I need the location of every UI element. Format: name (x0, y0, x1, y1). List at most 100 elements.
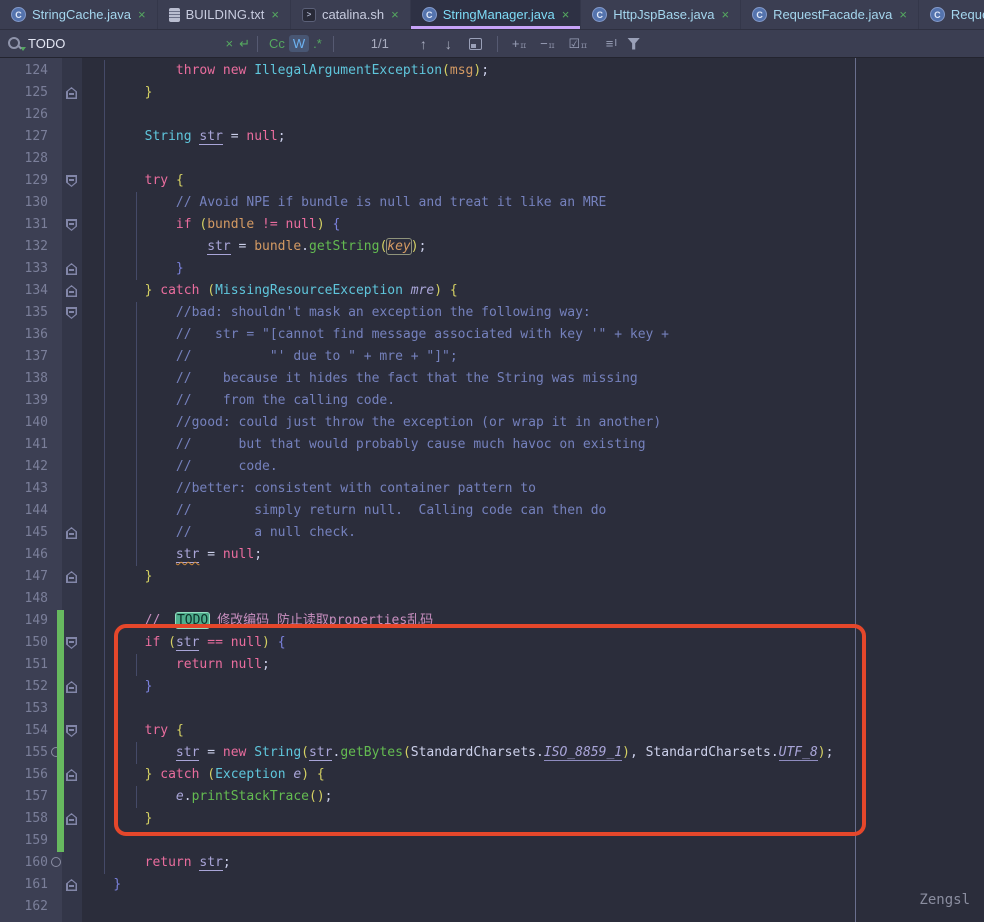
line-number[interactable]: 152 (0, 676, 62, 698)
line-number[interactable]: 156 (0, 764, 62, 786)
code-line[interactable] (82, 830, 984, 852)
code-line[interactable]: str = bundle.getString(key); (82, 236, 984, 258)
line-number[interactable]: 161 (0, 874, 62, 896)
code-line[interactable]: // "' due to " + mre + "]"; (82, 346, 984, 368)
fold-end-icon[interactable] (66, 681, 77, 693)
fold-open-icon[interactable] (66, 725, 77, 737)
line-number[interactable]: 154 (0, 720, 62, 742)
tab-close-icon[interactable]: × (899, 7, 907, 22)
code-line[interactable] (82, 896, 984, 918)
code-line[interactable]: if (bundle != null) { (82, 214, 984, 236)
line-number[interactable]: 150 (0, 632, 62, 654)
clear-search-icon[interactable]: × (226, 36, 234, 51)
code-line[interactable]: //good: could just throw the exception (… (82, 412, 984, 434)
gutter-circle-icon[interactable] (51, 857, 61, 867)
line-number[interactable]: 125 (0, 82, 62, 104)
code-line[interactable]: //better: consistent with container patt… (82, 478, 984, 500)
line-number[interactable]: 135 (0, 302, 62, 324)
fold-end-icon[interactable] (66, 263, 77, 275)
line-number[interactable]: 130 (0, 192, 62, 214)
tab-close-icon[interactable]: × (271, 7, 279, 22)
code-line[interactable]: try { (82, 170, 984, 192)
fold-end-icon[interactable] (66, 527, 77, 539)
code-line[interactable]: e.printStackTrace(); (82, 786, 984, 808)
code-line[interactable]: // code. (82, 456, 984, 478)
line-number[interactable]: 151 (0, 654, 62, 676)
code-line[interactable]: // simply return null. Calling code can … (82, 500, 984, 522)
line-number[interactable]: 128 (0, 148, 62, 170)
line-number[interactable]: 136 (0, 324, 62, 346)
add-occurrence-icon[interactable]: +ɪɪ (512, 36, 526, 51)
select-all-occurrences-icon[interactable]: ☑ɪɪ (568, 36, 586, 52)
code-line[interactable]: } catch (MissingResourceException mre) { (82, 280, 984, 302)
line-number[interactable]: 127 (0, 126, 62, 148)
line-number[interactable]: 158 (0, 808, 62, 830)
code-line[interactable] (82, 698, 984, 720)
filter-search-lines-icon[interactable]: ≡I (606, 36, 617, 51)
remove-occurrence-icon[interactable]: −ɪɪ (540, 36, 554, 51)
tab-BUILDING.txt[interactable]: BUILDING.txt× (158, 0, 291, 29)
tab-catalina.sh[interactable]: >catalina.sh× (291, 0, 411, 29)
line-number[interactable]: 139 (0, 390, 62, 412)
code-line[interactable] (82, 104, 984, 126)
fold-end-icon[interactable] (66, 571, 77, 583)
code-line[interactable]: } (82, 874, 984, 896)
code-line[interactable]: // but that would probably cause much ha… (82, 434, 984, 456)
code-line[interactable]: // TODO 修改编码 防止读取properties乱码 (82, 610, 984, 632)
search-field[interactable]: TODO × ↵ (0, 36, 250, 52)
new-line-icon[interactable]: ↵ (239, 36, 250, 52)
words-button[interactable]: W (289, 35, 309, 52)
code-line[interactable]: } (82, 676, 984, 698)
line-number[interactable]: 129 (0, 170, 62, 192)
vcs-change-bar[interactable] (57, 610, 64, 852)
line-number[interactable]: 140 (0, 412, 62, 434)
previous-occurrence-icon[interactable]: ↑ (420, 36, 427, 52)
fold-open-icon[interactable] (66, 175, 77, 187)
fold-end-icon[interactable] (66, 285, 77, 297)
line-number[interactable]: 133 (0, 258, 62, 280)
line-number[interactable]: 149 (0, 610, 62, 632)
line-number[interactable]: 162 (0, 896, 62, 918)
line-number[interactable]: 143 (0, 478, 62, 500)
line-number[interactable]: 124 (0, 60, 62, 82)
fold-end-icon[interactable] (66, 879, 77, 891)
code-line[interactable]: } (82, 82, 984, 104)
line-number[interactable]: 153 (0, 698, 62, 720)
fold-end-icon[interactable] (66, 813, 77, 825)
line-number[interactable]: 137 (0, 346, 62, 368)
fold-open-icon[interactable] (66, 307, 77, 319)
tab-StringManager.java[interactable]: CStringManager.java× (411, 0, 582, 29)
search-input[interactable]: TODO (28, 36, 220, 51)
code-line[interactable]: } (82, 808, 984, 830)
match-case-button[interactable]: Cc (265, 35, 289, 52)
code-line[interactable]: // from the calling code. (82, 390, 984, 412)
tab-close-icon[interactable]: × (391, 7, 399, 22)
tab-Request.java[interactable]: CRequest.java× (919, 0, 984, 29)
code-line[interactable]: // a null check. (82, 522, 984, 544)
line-number[interactable]: 126 (0, 104, 62, 126)
line-number[interactable]: 145 (0, 522, 62, 544)
line-number[interactable]: 141 (0, 434, 62, 456)
search-icon[interactable] (8, 37, 22, 51)
filter-icon[interactable] (627, 38, 640, 50)
code-line[interactable]: throw new IllegalArgumentException(msg); (82, 60, 984, 82)
fold-open-icon[interactable] (66, 637, 77, 649)
code-line[interactable]: } (82, 566, 984, 588)
line-number[interactable]: 146 (0, 544, 62, 566)
fold-open-icon[interactable] (66, 219, 77, 231)
line-number[interactable]: 144 (0, 500, 62, 522)
code-line[interactable]: // because it hides the fact that the St… (82, 368, 984, 390)
line-number[interactable]: 131 (0, 214, 62, 236)
code-line[interactable]: //bad: shouldn't mask an exception the f… (82, 302, 984, 324)
code-line[interactable]: str = new String(str.getBytes(StandardCh… (82, 742, 984, 764)
code-line[interactable]: try { (82, 720, 984, 742)
line-number[interactable]: 134 (0, 280, 62, 302)
code-line[interactable] (82, 148, 984, 170)
line-number[interactable]: 157 (0, 786, 62, 808)
code-line[interactable]: } (82, 258, 984, 280)
code-line[interactable]: String str = null; (82, 126, 984, 148)
open-in-find-window-icon[interactable] (469, 38, 482, 50)
code-line[interactable]: str = null; (82, 544, 984, 566)
code-line[interactable]: return str; (82, 852, 984, 874)
line-number[interactable]: 160 (0, 852, 62, 874)
